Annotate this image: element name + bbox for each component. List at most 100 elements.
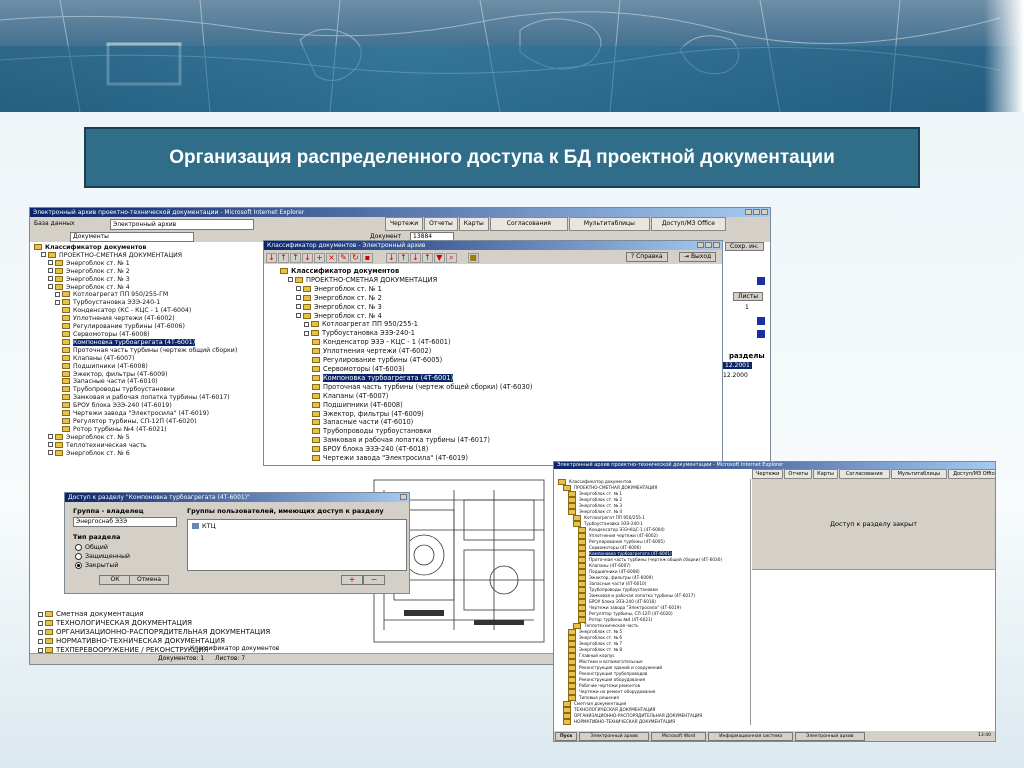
expand-toggle-icon[interactable]: [296, 313, 301, 319]
filter-icon[interactable]: ▼: [433, 253, 445, 263]
ok-button[interactable]: ОК: [99, 575, 131, 585]
tab-multitables[interactable]: Мультитаблицы: [568, 217, 650, 231]
expand-toggle-icon[interactable]: [38, 629, 43, 635]
section-type-radio[interactable]: Защищенный: [75, 552, 130, 561]
tree-item[interactable]: БРОУ блока ЭЗЭ-240 (4Т-6019): [34, 402, 266, 410]
minimize-icon[interactable]: [745, 209, 752, 215]
close-icon[interactable]: [400, 494, 407, 500]
tree-item[interactable]: Энергоблок ст. № 4: [34, 283, 266, 292]
arrow-down-icon[interactable]: ↓: [409, 253, 421, 263]
tree-item[interactable]: Энергоблок ст. № 3: [34, 275, 266, 284]
exit-button[interactable]: ⇥ Выход: [679, 252, 717, 262]
expand-toggle-icon[interactable]: [38, 611, 43, 617]
tree-item[interactable]: Подшипники (4Т-6008): [34, 362, 266, 371]
tree-item[interactable]: Энергоблок ст. № 6: [34, 449, 266, 458]
tree-item-selected[interactable]: Компоновка турбоагрегата (4Т-6001): [34, 338, 266, 347]
tree-item[interactable]: Эжектор, фильтры (4Т-6009): [280, 410, 700, 419]
tree-item[interactable]: Сервомоторы (4Т-6003): [280, 365, 700, 374]
radio-unchecked-icon[interactable]: [75, 543, 82, 551]
tree-item[interactable]: Подшипники (4Т-6008): [280, 401, 700, 410]
tree-item[interactable]: Замковая и рабочая лопатка турбины (4Т-6…: [34, 394, 266, 402]
tree-item[interactable]: ПРОЕКТНО-СМЕТНАЯ ДОКУМЕНТАЦИЯ: [34, 251, 266, 260]
save-button[interactable]: Сохр. ин.: [725, 242, 764, 251]
start-button[interactable]: Пуск: [555, 732, 578, 741]
tree-item[interactable]: Замковая и рабочая лопатка турбины (4Т-6…: [280, 436, 700, 445]
arrow-down-icon[interactable]: ↓: [266, 253, 277, 263]
tree-item[interactable]: Турбоустановка ЭЗЭ-240-1: [34, 299, 266, 307]
remove-icon[interactable]: ×: [326, 253, 337, 263]
expand-toggle-icon[interactable]: [288, 277, 293, 283]
tree-item[interactable]: Турбоустановка ЭЗЭ-240-1: [280, 329, 700, 338]
add-icon[interactable]: +: [314, 253, 325, 263]
tab-multitables[interactable]: Мультитаблицы: [890, 469, 948, 479]
blue-square-icon[interactable]: [757, 277, 765, 285]
tab-drawings[interactable]: Чертежи: [752, 469, 784, 479]
arrow-up-icon[interactable]: ↑: [278, 253, 289, 263]
remove-group-button[interactable]: −: [363, 575, 385, 585]
tree-item[interactable]: ОРГАНИЗАЦИОННО-РАСПОРЯДИТЕЛЬНАЯ ДОКУМЕНТ…: [38, 628, 368, 637]
tab-maps[interactable]: Карты: [813, 469, 838, 479]
folder-icon[interactable]: ■: [467, 253, 479, 263]
group-owner-select[interactable]: Энергоснаб ЭЗЭ: [73, 517, 177, 527]
arrow-down-icon[interactable]: ↓: [385, 253, 397, 263]
expand-toggle-icon[interactable]: [304, 330, 309, 336]
tree-item[interactable]: Чертежи завода "Электросила" (4Т-6019): [34, 410, 266, 418]
tree-item[interactable]: Эжектор, фильтры (4Т-6009): [34, 370, 266, 379]
tree-item[interactable]: БРОУ блока ЭЗЭ-240 (4Т-6018): [280, 445, 700, 454]
arrow-up-icon[interactable]: ↑: [397, 253, 409, 263]
expand-toggle-icon[interactable]: [48, 284, 53, 290]
expand-toggle-icon[interactable]: [48, 450, 53, 456]
document-type-select[interactable]: Документы: [70, 232, 194, 242]
tree-item[interactable]: Регулирование турбины (4Т-6006): [34, 323, 266, 331]
tab-reports[interactable]: Отчеты: [424, 217, 458, 231]
expand-toggle-icon[interactable]: [48, 260, 53, 266]
expand-toggle-icon[interactable]: [55, 299, 60, 305]
tree-item[interactable]: Проточная часть турбины (чертеж общей сб…: [280, 383, 700, 392]
tree-item[interactable]: Конденсатор (КС - КЦС - 1 (4Т-6004): [34, 307, 266, 315]
maximize-icon[interactable]: [753, 209, 760, 215]
tree-item[interactable]: Уплотнения чертежи (4Т-6002): [280, 347, 700, 356]
taskbar-button[interactable]: Электронный архив: [795, 732, 865, 741]
tree-item[interactable]: Клапаны (4Т-6007): [34, 354, 266, 363]
tree-item[interactable]: Сервомоторы (4Т-6008): [34, 330, 266, 339]
tree-item[interactable]: Сметная документация: [38, 610, 368, 619]
expand-toggle-icon[interactable]: [304, 321, 309, 327]
search-icon[interactable]: ⌕: [445, 253, 457, 263]
tree-item[interactable]: Запасные части (4Т-6010): [280, 418, 700, 427]
expand-toggle-icon[interactable]: [55, 291, 60, 297]
tree-item[interactable]: ТЕХНОЛОГИЧЕСКАЯ ДОКУМЕНТАЦИЯ: [38, 619, 368, 628]
tab-office[interactable]: Доступ/МЗ Office: [650, 217, 726, 231]
tree-item[interactable]: Ротор турбины №4 (4Т-6021): [34, 425, 266, 434]
tab-drawings[interactable]: Чертежи: [385, 217, 424, 231]
tree-item[interactable]: Котлоагрегат ПП 950/255-1: [280, 320, 700, 329]
tree-root[interactable]: Классификатор документов: [34, 244, 266, 252]
expand-toggle-icon[interactable]: [48, 434, 53, 440]
close-icon[interactable]: [713, 242, 720, 248]
tree-item[interactable]: Регулирование турбины (4Т-6005): [280, 356, 700, 365]
radio-checked-icon[interactable]: [75, 561, 82, 569]
refresh-icon[interactable]: ↻: [350, 253, 361, 263]
arrow-down-icon[interactable]: ↓: [302, 253, 313, 263]
base-select[interactable]: Электронный архив: [110, 219, 254, 230]
minimize-icon[interactable]: [697, 242, 704, 248]
blue-square-icon[interactable]: [757, 330, 765, 338]
expand-toggle-icon[interactable]: [296, 304, 301, 310]
blue-square-icon[interactable]: [757, 317, 765, 325]
tree-root[interactable]: Классификатор документов: [280, 267, 700, 276]
tab-maps[interactable]: Карты: [458, 217, 489, 231]
tree-item[interactable]: Клапаны (4Т-6007): [280, 392, 700, 401]
tree-item[interactable]: ПРОЕКТНО-СМЕТНАЯ ДОКУМЕНТАЦИЯ: [280, 276, 700, 285]
taskbar-button[interactable]: Электронный архив: [579, 732, 649, 741]
tree-item[interactable]: Энергоблок ст. № 4: [280, 312, 700, 321]
tab-office[interactable]: Доступ/МЗ Office: [948, 469, 995, 479]
expand-toggle-icon[interactable]: [41, 252, 46, 258]
radio-unchecked-icon[interactable]: [75, 552, 82, 560]
tree-item[interactable]: Регулятор турбины, СП-12П (4Т-6020): [34, 417, 266, 426]
tab-approvals[interactable]: Согласования: [838, 469, 890, 479]
add-group-button[interactable]: +: [341, 575, 363, 585]
arrow-up-icon[interactable]: ↑: [421, 253, 433, 263]
expand-toggle-icon[interactable]: [38, 647, 43, 653]
expand-toggle-icon[interactable]: [38, 638, 43, 644]
section-type-radio[interactable]: Закрытый: [75, 561, 130, 570]
expand-toggle-icon[interactable]: [48, 268, 53, 274]
